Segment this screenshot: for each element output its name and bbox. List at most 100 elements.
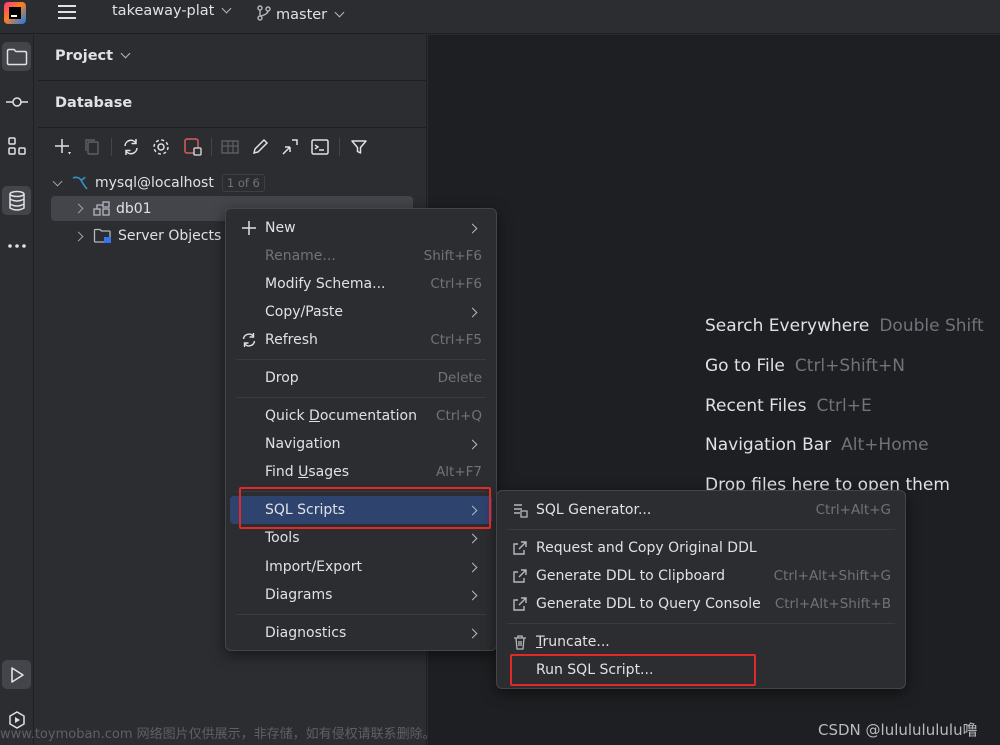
more-tools-button[interactable] [2,231,31,260]
chevron-down-icon [221,3,232,14]
menu-item-truncate[interactable]: Truncate... [501,628,901,656]
menu-item-label: Navigation [265,436,341,452]
structure-tool-button[interactable] [2,131,31,160]
menu-item-label: Generate DDL to Query Console [536,596,761,612]
menu-item-label: Request and Copy Original DDL [536,540,757,556]
menu-item-label: Diagrams [265,587,333,603]
project-label: Project [55,48,114,64]
chevron-right-icon [467,590,478,600]
csdn-watermark: CSDN @lulululululu噜 [818,721,978,739]
menu-item-shortcut: Ctrl+Alt+Shift+B [774,596,891,612]
menu-item-shortcut: Ctrl+Alt+G [815,502,891,518]
folder-icon [6,48,27,65]
menu-item-label: Find Usages [265,464,350,480]
server-objects-label: Server Objects [118,228,222,244]
console-icon[interactable] [310,137,330,157]
hint-key: Alt+Home [841,435,929,455]
menu-item-modify-schema[interactable]: Modify Schema... Ctrl+F6 [230,270,492,298]
menu-item-shortcut: Ctrl+F6 [430,276,482,292]
project-view-selector[interactable]: Project [55,48,131,64]
menu-item-import-export[interactable]: Import/Export [230,553,492,581]
branch-switcher[interactable]: master [257,3,345,23]
menu-item-shortcut: Ctrl+Q [436,408,482,424]
schema-icon [93,200,110,216]
hint-recent-files: Recent Files Ctrl+E [705,396,872,416]
toolbar-separator [339,138,340,156]
menu-item-shortcut: Ctrl+Alt+Shift+G [773,568,891,584]
commit-icon [5,96,28,107]
disconnect-icon[interactable] [183,137,203,157]
hint-navigation-bar: Navigation Bar Alt+Home [705,435,929,455]
menu-item-label: Refresh [265,332,318,348]
menu-item-label: Copy/Paste [265,304,344,320]
menu-separator [236,359,486,360]
hint-action: Search Everywhere [705,316,870,336]
menu-item-diagrams[interactable]: Diagrams [230,581,492,609]
hint-go-to-file: Go to File Ctrl+Shift+N [705,356,905,376]
hint-action: Recent Files [705,396,807,416]
refresh-icon[interactable] [121,137,141,157]
menu-item-label: Tools [265,530,300,546]
chevron-down-icon [334,7,345,18]
branch-name: master [276,7,328,23]
menu-item-sql-generator[interactable]: SQL Generator... Ctrl+Alt+G [501,496,901,524]
run-tool-button[interactable] [2,660,31,689]
menu-item-drop[interactable]: Drop Delete [230,364,492,392]
gear-icon[interactable] [151,137,171,157]
menu-item-label: Modify Schema... [265,276,386,292]
hint-search-everywhere: Search Everywhere Double Shift [705,316,984,336]
hint-key: Ctrl+E [816,396,872,416]
chevron-right-icon [467,223,478,233]
menu-item-ddl-to-query-console[interactable]: Generate DDL to Query Console Ctrl+Alt+S… [501,590,901,618]
database-icon [8,190,25,211]
tree-node-datasource[interactable]: mysql@localhost 1 of 6 [52,171,265,195]
hint-key: Double Shift [879,316,984,336]
database-tool-button[interactable] [2,186,31,215]
commit-tool-button[interactable] [2,87,31,116]
datasource-count-badge: 1 of 6 [221,174,265,192]
more-icon [7,243,26,248]
menu-item-diagnostics[interactable]: Diagnostics [230,619,492,647]
menu-item-label: Rename... [265,248,336,264]
menu-item-refresh[interactable]: Refresh Ctrl+F5 [230,326,492,354]
menu-item-quick-documentation[interactable]: Quick Documentation Ctrl+Q [230,402,492,430]
tool-window-strip [0,35,34,745]
plus-icon [242,221,256,235]
menu-item-shortcut: Ctrl+F5 [430,332,482,348]
database-panel-title: Database [55,95,133,111]
menu-item-navigation[interactable]: Navigation [230,430,492,458]
chevron-right-icon [73,203,84,214]
menu-item-label: Diagnostics [265,625,347,641]
chevron-right-icon [467,533,478,543]
menu-item-request-copy-ddl[interactable]: Request and Copy Original DDL [501,534,901,562]
table-icon [221,140,239,154]
highlight-box-sql-scripts [239,487,491,529]
menu-separator [507,623,895,624]
menu-item-find-usages[interactable]: Find Usages Alt+F7 [230,458,492,486]
menu-item-label: New [265,220,296,236]
trash-icon [514,635,526,650]
hint-action: Navigation Bar [705,435,832,455]
menu-item-copy-paste[interactable]: Copy/Paste [230,298,492,326]
hint-action: Go to File [705,356,785,376]
menu-item-rename[interactable]: Rename... Shift+F6 [230,242,492,270]
schema-name: db01 [116,200,152,217]
add-icon[interactable] [53,137,73,157]
main-menu-icon[interactable] [57,3,77,21]
highlight-box-run-sql-script [510,654,756,686]
chevron-right-icon [467,307,478,317]
git-branch-icon [257,5,271,21]
menu-item-new[interactable]: New [230,214,492,242]
menu-item-ddl-to-clipboard[interactable]: Generate DDL to Clipboard Ctrl+Alt+Shift… [501,562,901,590]
edit-icon[interactable] [250,137,270,157]
external-link-icon [513,597,527,611]
filter-icon[interactable] [349,137,369,157]
project-switcher[interactable]: takeaway-plat [112,3,232,19]
duplicate-icon [85,139,99,155]
project-tool-button[interactable] [2,42,31,71]
datagrip-logo-icon[interactable] [4,2,26,24]
title-bar: takeaway-plat master [0,0,1000,34]
tree-node-server-objects[interactable]: Server Objects [51,224,221,248]
jump-to-query-console-icon[interactable] [280,137,300,157]
server-objects-folder-icon [93,228,111,243]
